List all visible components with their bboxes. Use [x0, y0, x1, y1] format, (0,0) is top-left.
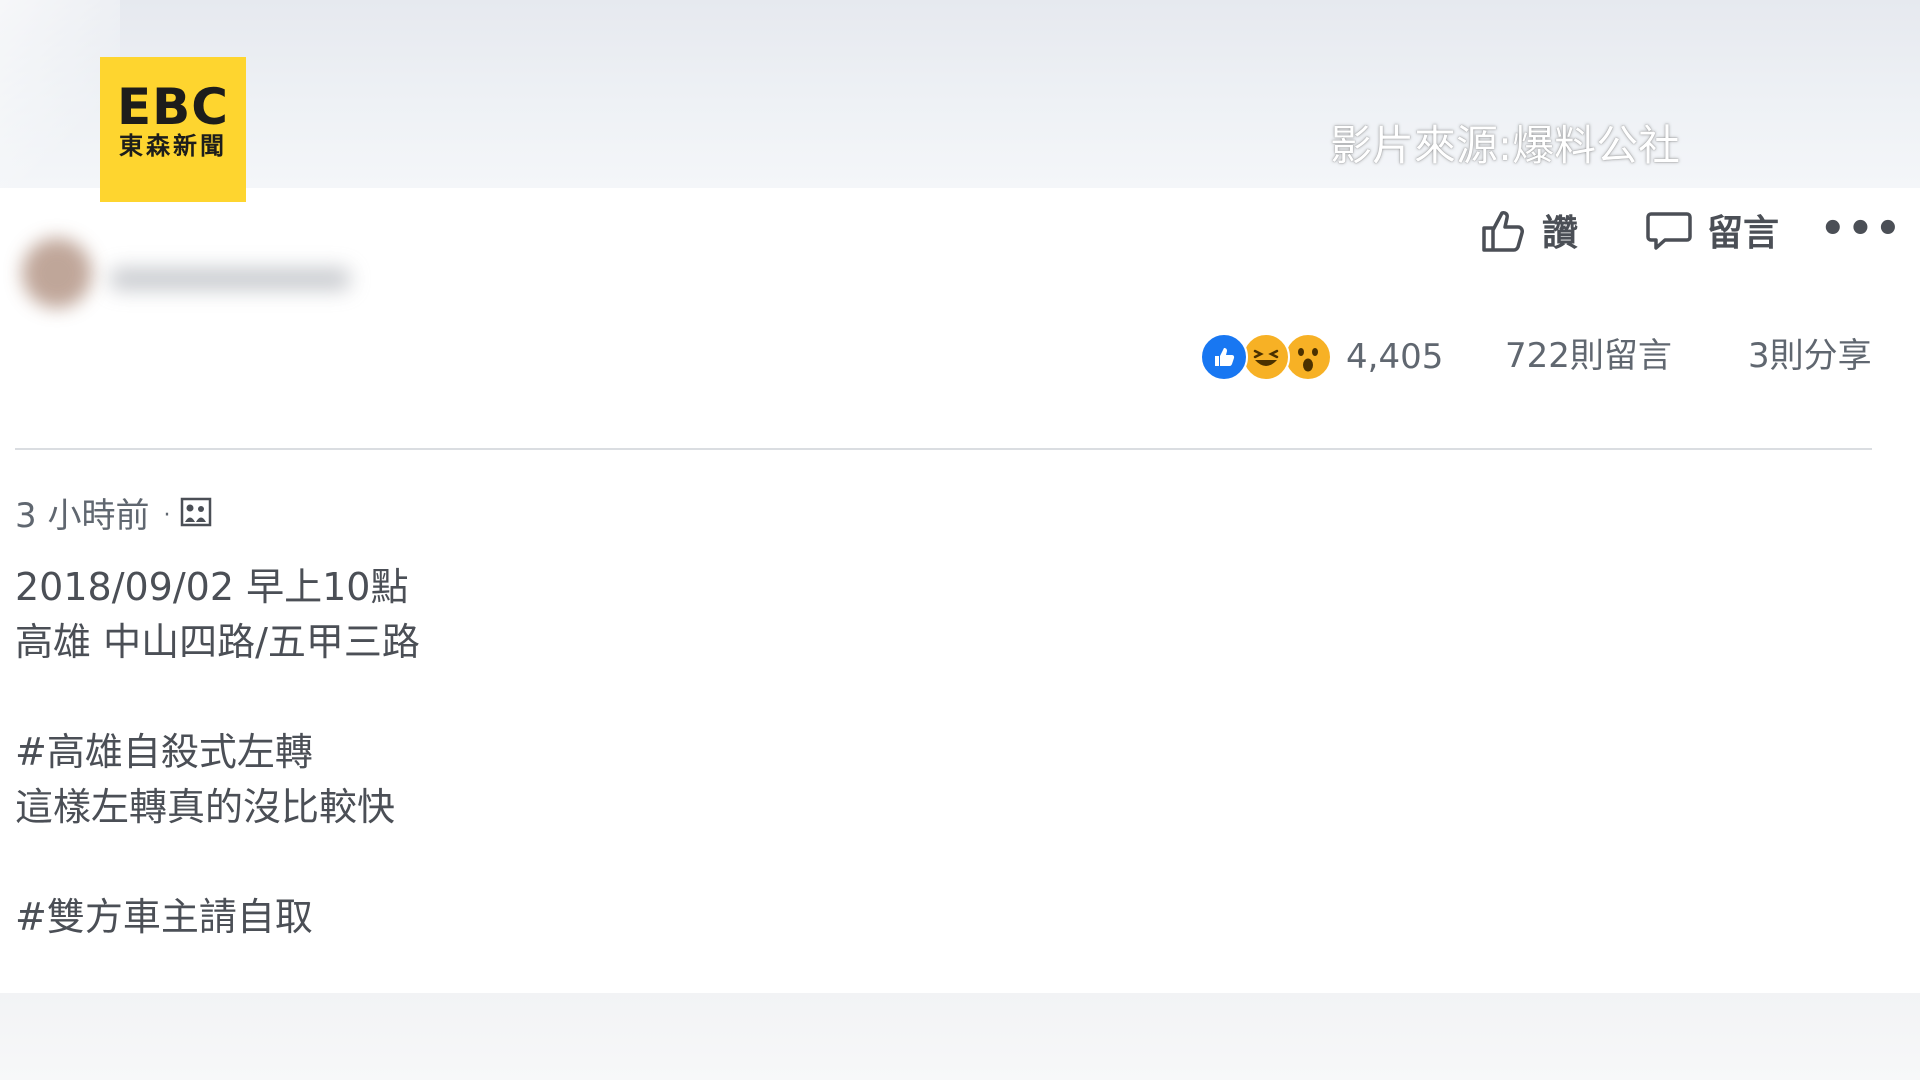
- like-label: 讚: [1542, 213, 1579, 254]
- post-line: 2018/09/02 早上10點: [15, 565, 409, 609]
- hashtag[interactable]: #雙方車主請自取: [15, 890, 420, 945]
- post-line: 高雄 中山四路/五甲三路: [15, 620, 420, 664]
- video-source-watermark: 影片來源:爆料公社: [1330, 121, 1681, 170]
- author-avatar[interactable]: [22, 238, 92, 308]
- like-icon: [1200, 333, 1248, 381]
- comment-count-link[interactable]: 722則留言: [1505, 334, 1672, 378]
- like-button[interactable]: 讚: [1480, 202, 1578, 258]
- more-options-icon[interactable]: •••: [1820, 209, 1903, 249]
- divider: [15, 448, 1872, 450]
- video-frame-bottom: [0, 993, 1920, 1080]
- wow-icon: [1284, 333, 1332, 381]
- ebc-logo: EBC 東森新聞: [100, 57, 246, 202]
- share-count-link[interactable]: 3則分享: [1748, 334, 1872, 378]
- post-timestamp[interactable]: 3 小時前: [15, 494, 149, 538]
- post-line: [15, 670, 420, 725]
- post-line: [15, 835, 420, 890]
- public-audience-icon[interactable]: [180, 494, 212, 538]
- comment-label: 留言: [1707, 213, 1780, 254]
- hashtag[interactable]: #高雄自殺式左轉: [15, 725, 420, 780]
- post-body: 2018/09/02 早上10點 高雄 中山四路/五甲三路 #高雄自殺式左轉 這…: [15, 560, 420, 945]
- haha-icon: [1242, 333, 1290, 381]
- post-line: 這樣左轉真的沒比較快: [15, 785, 396, 829]
- reaction-count: 4,405: [1346, 337, 1444, 377]
- logo-subtitle: 東森新聞: [119, 132, 227, 160]
- comment-bubble-icon: [1645, 206, 1693, 254]
- post-meta: 3 小時前 ·: [15, 494, 212, 538]
- meta-separator: ·: [163, 503, 171, 528]
- reaction-summary[interactable]: 4,405: [1200, 332, 1443, 382]
- author-name-blurred[interactable]: [110, 268, 350, 290]
- thumbs-up-icon: [1480, 206, 1528, 254]
- logo-mark: EBC: [117, 78, 229, 136]
- comment-button[interactable]: 留言: [1645, 202, 1779, 258]
